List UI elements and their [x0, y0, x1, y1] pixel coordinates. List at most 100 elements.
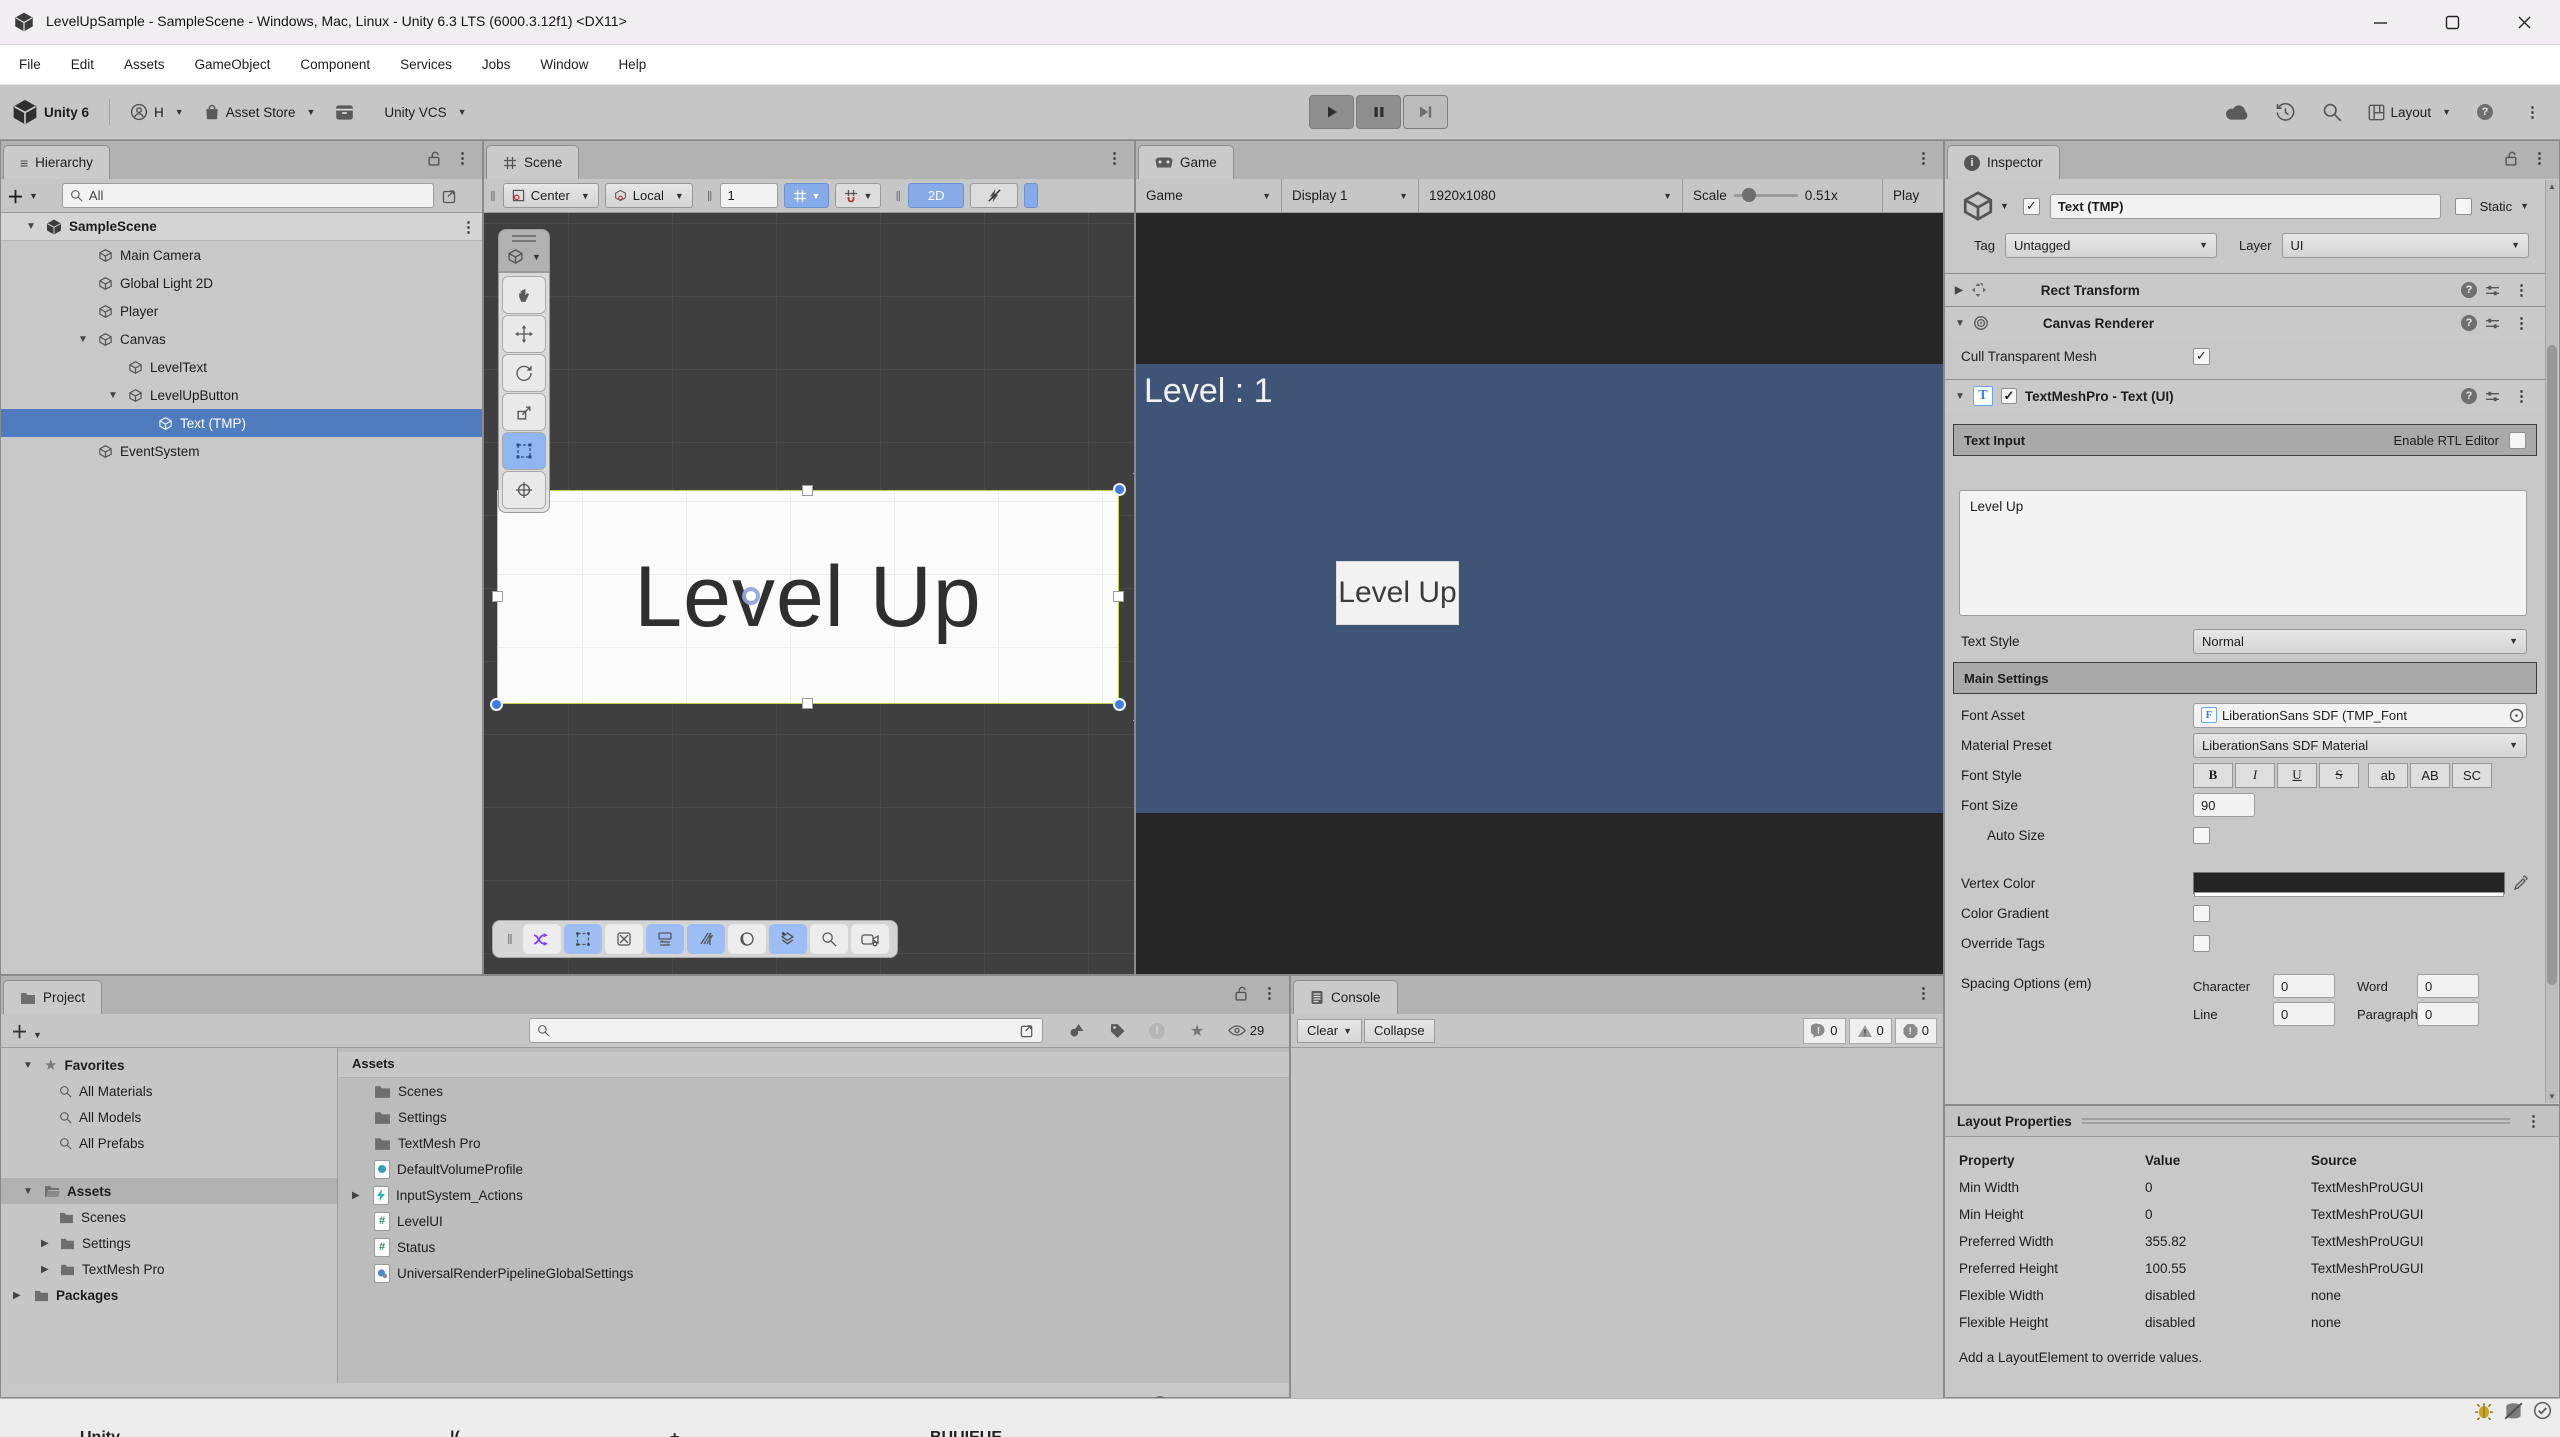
cloud-icon[interactable]	[2225, 104, 2249, 121]
camera-overlay-button[interactable]	[851, 924, 889, 954]
kebab-menu-icon[interactable]: ⋮	[2508, 281, 2535, 299]
kebab-menu-icon[interactable]: ⋮	[449, 149, 476, 167]
grid-visibility-button[interactable]: ▼	[784, 183, 830, 208]
rect-handle-right[interactable]	[1113, 591, 1124, 602]
menu-help[interactable]: Help	[603, 57, 661, 72]
kebab-menu-icon[interactable]: ⋮	[455, 218, 482, 236]
play-focused-dropdown[interactable]: Play	[1883, 179, 1929, 213]
scrollbar-thumb[interactable]	[2547, 345, 2557, 985]
favorite-item[interactable]: All Models	[1, 1104, 337, 1130]
material-preset-dropdown[interactable]: LiberationSans SDF Material▼	[2193, 733, 2527, 758]
line-spacing-input[interactable]: 0	[2273, 1002, 2335, 1026]
account-menu[interactable]: H▼	[130, 103, 184, 121]
rotation-mode-dropdown[interactable]: Local▼	[605, 183, 693, 208]
paragraph-spacing-input[interactable]: 0	[2417, 1002, 2479, 1026]
gameobject-icon[interactable]	[1961, 189, 1995, 223]
hierarchy-row[interactable]: ▼Canvas	[1, 325, 482, 353]
asset-item[interactable]: #Status	[338, 1234, 1289, 1260]
unity-vcs-menu[interactable]: Unity VCS▼	[384, 105, 466, 120]
auto-size-checkbox[interactable]	[2193, 827, 2210, 844]
toolbar-drag-handle[interactable]: ‖	[701, 188, 720, 204]
search-icon[interactable]	[2322, 102, 2342, 122]
text-style-dropdown[interactable]: Normal▼	[2193, 629, 2527, 654]
rotate-handle-icon[interactable]	[1133, 467, 1134, 480]
toolbar-drag-handle[interactable]: ‖	[484, 188, 503, 204]
close-button[interactable]	[2488, 0, 2560, 45]
favorite-item[interactable]: All Prefabs	[1, 1130, 337, 1156]
object-picker-icon[interactable]	[2509, 708, 2524, 723]
favorites-header[interactable]: ▼★Favorites	[1, 1052, 337, 1078]
help-icon[interactable]: ?	[2461, 315, 2477, 331]
assets-root-row[interactable]: ▼Assets	[1, 1178, 337, 1204]
hierarchy-row-selected[interactable]: Text (TMP)	[1, 409, 482, 437]
color-gradient-checkbox[interactable]	[2193, 905, 2210, 922]
shaded-mode-button[interactable]	[728, 924, 766, 954]
eyedropper-icon[interactable]	[2513, 875, 2529, 891]
scale-slider-knob[interactable]	[1742, 188, 1756, 202]
rotate-tool[interactable]	[502, 354, 546, 392]
resolution-dropdown[interactable]: 1920x1080▼	[1419, 179, 1683, 213]
open-new-window-icon[interactable]	[1020, 1023, 1035, 1038]
2d-toggle-button[interactable]: 2D	[908, 183, 964, 208]
asset-item[interactable]: DefaultVolumeProfile	[338, 1156, 1289, 1182]
foldout-down-icon[interactable]: ▼	[75, 334, 91, 345]
pivot-mode-dropdown[interactable]: Center▼	[503, 183, 599, 208]
scale-tool[interactable]	[502, 393, 546, 431]
tree-folder[interactable]: ▶TextMesh Pro	[1, 1256, 337, 1282]
lock-icon[interactable]	[428, 151, 441, 166]
scale-slider[interactable]	[1734, 194, 1798, 197]
tag-dropdown[interactable]: Untagged▼	[2005, 233, 2217, 258]
transform-tool[interactable]	[502, 471, 546, 509]
add-asset-button[interactable]: ＋▼	[11, 1018, 42, 1043]
console-log-area[interactable]	[1291, 1048, 1943, 1400]
menu-file[interactable]: File	[4, 57, 56, 72]
package-manager-icon[interactable]	[335, 104, 354, 121]
rect-corner-bottomright[interactable]	[1113, 698, 1126, 711]
gameobject-name-field[interactable]: Text (TMP)	[2050, 194, 2441, 219]
character-spacing-input[interactable]: 0	[2273, 974, 2335, 998]
scene-viewport[interactable]: Level Up ▼	[484, 213, 1134, 974]
open-new-window-icon[interactable]	[442, 188, 458, 204]
asset-item[interactable]: Settings	[338, 1104, 1289, 1130]
rect-corner-bottomleft[interactable]	[490, 698, 503, 711]
pause-button[interactable]	[1356, 95, 1401, 129]
menu-jobs[interactable]: Jobs	[467, 57, 526, 72]
rect-handle-top[interactable]	[802, 485, 813, 496]
game-target-dropdown[interactable]: Game▼	[1136, 179, 1282, 213]
kebab-menu-icon[interactable]: ⋮	[2519, 103, 2546, 121]
kebab-menu-icon[interactable]: ⋮	[2508, 314, 2535, 332]
skybox-toggle-button[interactable]	[605, 924, 643, 954]
component-enabled-checkbox[interactable]: ✓	[2001, 388, 2017, 404]
tab-console[interactable]: Console	[1293, 980, 1398, 1014]
kebab-menu-icon[interactable]: ⋮	[1101, 149, 1128, 167]
help-icon[interactable]: ?	[2461, 388, 2477, 404]
search-overlay-button[interactable]	[810, 924, 848, 954]
kebab-menu-icon[interactable]: ⋮	[1910, 984, 1937, 1002]
audio-toggle-button-partial[interactable]	[1024, 183, 1038, 208]
main-settings-section-header[interactable]: Main Settings	[1953, 662, 2537, 694]
foldout-down-icon[interactable]: ▼	[1955, 391, 1965, 402]
canvas-renderer-header[interactable]: ▼ Canvas Renderer ? ⋮	[1945, 306, 2545, 339]
rect-tool[interactable]	[502, 432, 546, 470]
text-input-textarea[interactable]: Level Up	[1959, 490, 2527, 616]
tab-scene[interactable]: Scene	[486, 145, 579, 179]
cull-transparent-mesh-checkbox[interactable]: ✓	[2193, 348, 2210, 365]
font-asset-object-field[interactable]: F LiberationSans SDF (TMP_Font	[2193, 703, 2527, 728]
asset-store-menu[interactable]: Asset Store▼	[204, 104, 316, 121]
kebab-menu-icon[interactable]: ⋮	[1256, 984, 1283, 1002]
search-by-type-icon[interactable]	[1057, 1018, 1097, 1044]
info-messages-toggle[interactable]: ! 0	[1803, 1018, 1845, 1044]
visibility-count[interactable]: 29	[1217, 1018, 1275, 1044]
lock-icon[interactable]	[1235, 986, 1248, 1001]
grid-size-input[interactable]: 1	[720, 183, 778, 208]
level-up-button[interactable]: Level Up	[1336, 561, 1459, 625]
textmeshpro-header[interactable]: ▼ T ✓ TextMeshPro - Text (UI) ? ⋮	[1945, 379, 2545, 412]
rtl-editor-checkbox[interactable]	[2509, 432, 2526, 449]
foldout-down-icon[interactable]: ▼	[23, 221, 39, 232]
scene-effects-button[interactable]	[646, 924, 684, 954]
lock-icon[interactable]	[2505, 151, 2518, 166]
scene-lighting-toggle[interactable]	[970, 183, 1018, 208]
undo-history-icon[interactable]	[2275, 102, 2296, 123]
static-checkbox[interactable]	[2455, 198, 2472, 215]
hierarchy-row[interactable]: LevelText	[1, 353, 482, 381]
